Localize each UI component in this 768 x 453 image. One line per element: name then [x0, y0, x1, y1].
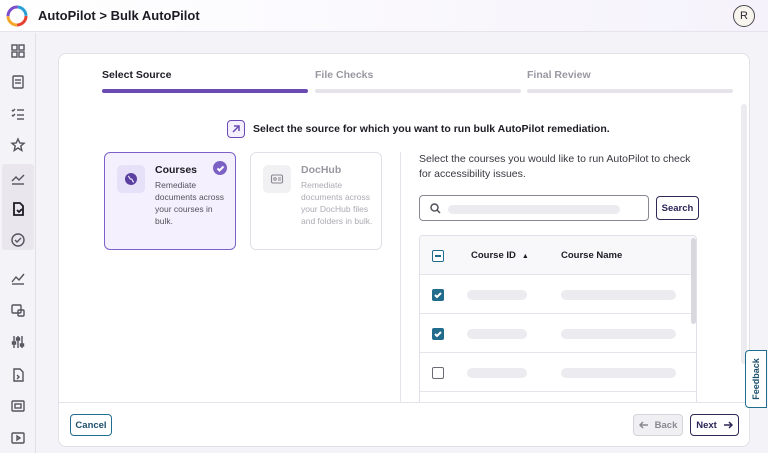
id-card-icon [263, 165, 291, 193]
source-tile-dochub-title: DocHub [301, 164, 342, 176]
search-placeholder-skeleton [448, 205, 620, 214]
reports-icon[interactable] [6, 298, 30, 322]
row-checkbox[interactable] [432, 328, 444, 340]
autopilot-arrow-icon [227, 120, 245, 138]
step-final-review-bar [527, 89, 733, 93]
table-scrollbar[interactable] [691, 238, 696, 324]
source-prompt: Select the source for which you want to … [227, 119, 610, 139]
top-bar: AutoPilot > Bulk AutoPilot R [0, 0, 768, 32]
step-select-source-label: Select Source [102, 69, 172, 81]
cancel-button[interactable]: Cancel [70, 414, 112, 436]
checklist-icon[interactable] [6, 102, 30, 126]
video-icon[interactable] [6, 425, 30, 449]
courses-table: Course ID ▲ Course Name [419, 235, 697, 405]
arrow-right-icon [723, 421, 733, 429]
circle-check-icon[interactable] [6, 228, 30, 252]
star-icon[interactable] [6, 133, 30, 157]
courses-table-header: Course ID ▲ Course Name [420, 236, 696, 275]
feedback-label: Feedback [751, 358, 761, 400]
course-name-skeleton [561, 290, 676, 300]
courses-description: Select the courses you would like to run… [419, 153, 691, 180]
step-final-review-label: Final Review [527, 69, 591, 81]
select-all-checkbox[interactable] [432, 250, 444, 262]
column-course-id[interactable]: Course ID ▲ [471, 250, 529, 261]
breadcrumb-title: AutoPilot > Bulk AutoPilot [38, 8, 200, 23]
app-logo-icon[interactable] [6, 5, 28, 27]
source-tile-courses[interactable]: Courses Remediate documents across your … [104, 152, 236, 250]
bulk-autopilot-card: Select Source File Checks Final Review S… [58, 53, 750, 447]
table-row[interactable] [420, 275, 696, 314]
sort-ascending-icon[interactable]: ▲ [522, 253, 529, 260]
course-name-skeleton [561, 368, 676, 378]
document-icon[interactable] [6, 70, 30, 94]
source-tile-courses-description: Remediate documents across your courses … [155, 180, 224, 226]
arrow-left-icon [638, 421, 648, 429]
stepper: Select Source File Checks Final Review [59, 54, 749, 99]
table-row[interactable] [420, 314, 696, 353]
next-button-label: Next [696, 419, 717, 431]
next-button[interactable]: Next [690, 414, 739, 436]
dashboard-icon[interactable] [6, 39, 30, 63]
panel-divider [400, 152, 401, 407]
wizard-footer: Cancel Back Next [59, 402, 749, 446]
source-tile-dochub[interactable]: DocHub Remediate documents across your D… [250, 152, 382, 250]
source-tile-courses-title: Courses [155, 164, 198, 176]
step-select-source-bar [102, 89, 308, 93]
globe-icon [117, 165, 145, 193]
row-checkbox[interactable] [432, 367, 444, 379]
source-tile-dochub-description: Remediate documents across your DocHub f… [301, 180, 373, 226]
search-icon [430, 203, 441, 214]
course-search-input[interactable] [419, 195, 649, 221]
step-file-checks-bar [315, 89, 521, 93]
back-button-label: Back [654, 419, 678, 431]
settings-sliders-icon[interactable] [6, 330, 30, 354]
table-row[interactable] [420, 353, 696, 392]
course-name-skeleton [561, 329, 676, 339]
page-scrollbar[interactable] [741, 104, 747, 364]
step-file-checks-label: File Checks [315, 69, 374, 81]
search-button[interactable]: Search [656, 196, 699, 220]
selected-check-icon [213, 161, 227, 175]
media-icon[interactable] [6, 394, 30, 418]
courses-icon[interactable] [6, 167, 30, 191]
autopilot-file-icon[interactable] [6, 197, 30, 221]
feedback-tab[interactable]: Feedback [745, 350, 767, 408]
course-id-skeleton [467, 329, 527, 339]
analytics-icon[interactable] [6, 266, 30, 290]
sidebar [0, 33, 36, 453]
row-checkbox[interactable] [432, 289, 444, 301]
back-button[interactable]: Back [633, 414, 683, 436]
course-id-skeleton [467, 368, 527, 378]
column-course-name[interactable]: Course Name [561, 250, 622, 261]
file-export-icon[interactable] [6, 363, 30, 387]
source-prompt-text: Select the source for which you want to … [253, 123, 610, 135]
user-avatar[interactable]: R [733, 5, 755, 27]
course-id-skeleton [467, 290, 527, 300]
